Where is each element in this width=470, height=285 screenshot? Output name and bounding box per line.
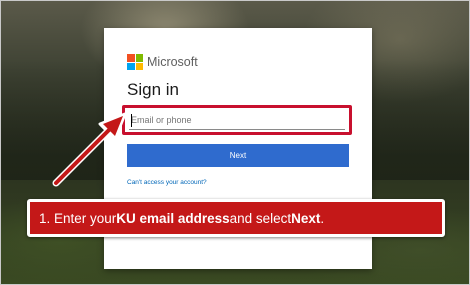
email-field-highlight — [122, 105, 352, 135]
microsoft-logo-icon — [127, 54, 143, 70]
page-title: Sign in — [127, 80, 179, 99]
instruction-prefix: 1. Enter your — [39, 210, 117, 226]
instruction-suffix: . — [320, 210, 325, 226]
next-button[interactable]: Next — [127, 144, 349, 167]
instruction-callout: 1. Enter your KU email address and selec… — [27, 199, 445, 237]
brand-header: Microsoft — [127, 54, 198, 70]
brand-name: Microsoft — [147, 55, 198, 69]
instruction-middle: and select — [229, 210, 292, 226]
instruction-bold-next: Next — [291, 210, 321, 226]
text-caret — [131, 114, 132, 127]
cant-access-link[interactable]: Can't access your account? — [127, 179, 207, 186]
email-field[interactable] — [129, 111, 345, 130]
instruction-bold-email: KU email address — [116, 210, 230, 226]
